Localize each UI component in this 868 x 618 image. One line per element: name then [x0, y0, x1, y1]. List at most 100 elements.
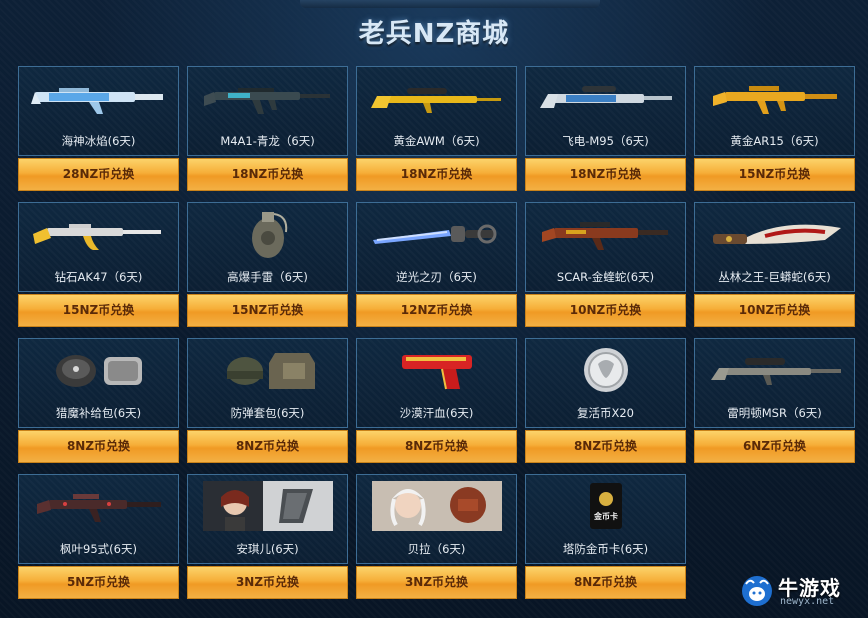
rifle-dragon-icon [198, 78, 338, 118]
item-name: 海神冰焰(6天) [61, 134, 136, 148]
redeem-button[interactable]: 8NZ币兑换 [525, 566, 686, 599]
item-card[interactable]: 安琪儿(6天) [187, 474, 348, 564]
item-name: 猎魔补给包(6天) [55, 406, 142, 420]
item-card[interactable]: 复活币X20 [525, 338, 686, 428]
item-card[interactable]: 丛林之王-巨蟒蛇(6天) [694, 202, 855, 292]
sniper-gold-icon [367, 78, 507, 118]
redeem-button[interactable]: 18NZ币兑换 [525, 158, 686, 191]
item-card[interactable]: 黄金AR15（6天) [694, 66, 855, 156]
item-cell: 飞电-M95（6天) 18NZ币兑换 [525, 66, 686, 192]
item-cell: 雷明顿MSR（6天) 6NZ币兑换 [694, 338, 855, 464]
item-name: 钻石AK47（6天) [54, 270, 143, 284]
supply-pack-icon [44, 345, 154, 395]
item-cell: 猎魔补给包(6天) 8NZ币兑换 [18, 338, 179, 464]
item-image [526, 203, 685, 265]
item-cell: M4A1-青龙（6天) 18NZ币兑换 [187, 66, 348, 192]
item-image [357, 67, 516, 129]
redeem-button[interactable]: 3NZ币兑换 [356, 566, 517, 599]
item-cell: 安琪儿(6天) 3NZ币兑换 [187, 474, 348, 600]
blade-icon [367, 214, 507, 254]
redeem-button[interactable]: 6NZ币兑换 [694, 430, 855, 463]
rifle-ice-icon [29, 78, 169, 118]
item-image [357, 203, 516, 265]
item-card[interactable]: 沙漠汗血(6天) [356, 338, 517, 428]
redeem-button[interactable]: 12NZ币兑换 [356, 294, 517, 327]
item-card[interactable]: 金币卡 塔防金币卡(6天) [525, 474, 686, 564]
page-title: 老兵NZ商城 [358, 19, 510, 49]
item-name: 枫叶95式(6天) [60, 542, 137, 556]
ak47-gold-icon [29, 214, 169, 254]
redeem-button[interactable]: 5NZ币兑换 [18, 566, 179, 599]
item-cell: 枫叶95式(6天) 5NZ币兑换 [18, 474, 179, 600]
item-cell: 金币卡 塔防金币卡(6天) 8NZ币兑换 [525, 474, 686, 600]
redeem-button[interactable]: 28NZ币兑换 [18, 158, 179, 191]
redeem-button[interactable]: 18NZ币兑换 [187, 158, 348, 191]
redeem-button[interactable]: 8NZ币兑换 [525, 430, 686, 463]
redeem-button[interactable]: 10NZ币兑换 [525, 294, 686, 327]
watermark-url: newyx.net [780, 596, 835, 607]
item-card[interactable]: 贝拉（6天) [356, 474, 517, 564]
item-image [188, 203, 347, 265]
item-card[interactable]: SCAR-金蝰蛇(6天) [525, 202, 686, 292]
item-cell: 海神冰焰(6天) 28NZ币兑换 [18, 66, 179, 192]
top-strip [300, 0, 600, 8]
redeem-button[interactable]: 3NZ币兑换 [187, 566, 348, 599]
item-card[interactable]: 枫叶95式(6天) [18, 474, 179, 564]
item-card[interactable]: 飞电-M95（6天) [525, 66, 686, 156]
item-card[interactable]: 防弹套包(6天) [187, 338, 348, 428]
bella-character-icon [371, 481, 502, 531]
item-image [357, 475, 516, 537]
item-image [526, 339, 685, 401]
redeem-button[interactable]: 15NZ币兑换 [18, 294, 179, 327]
item-cell: SCAR-金蝰蛇(6天) 10NZ币兑换 [525, 202, 686, 328]
redeem-button[interactable]: 15NZ币兑换 [694, 158, 855, 191]
redeem-button[interactable]: 10NZ币兑换 [694, 294, 855, 327]
item-cell: 复活币X20 8NZ币兑换 [525, 338, 686, 464]
redeem-button[interactable]: 18NZ币兑换 [356, 158, 517, 191]
type95-rifle-icon [29, 486, 169, 526]
item-name: 沙漠汗血(6天) [399, 406, 474, 420]
item-image [19, 203, 178, 265]
item-name: 贝拉（6天) [407, 542, 466, 556]
item-cell: 逆光之刃（6天) 12NZ币兑换 [356, 202, 517, 328]
redeem-button[interactable]: 8NZ币兑换 [356, 430, 517, 463]
item-image [526, 67, 685, 129]
grenade-icon [238, 206, 298, 262]
gold-coin-card-icon: 金币卡 [586, 481, 626, 531]
item-name: 安琪儿(6天) [236, 542, 299, 556]
item-cell: 黄金AR15（6天) 15NZ币兑换 [694, 66, 855, 192]
item-name: 飞电-M95（6天) [562, 134, 649, 148]
item-cell: 贝拉（6天) 3NZ币兑换 [356, 474, 517, 600]
redeem-button[interactable]: 15NZ币兑换 [187, 294, 348, 327]
item-cell: 沙漠汗血(6天) 8NZ币兑换 [356, 338, 517, 464]
item-name: 黄金AR15（6天) [730, 134, 819, 148]
item-card[interactable]: 逆光之刃（6天) [356, 202, 517, 292]
item-cell: 钻石AK47（6天) 15NZ币兑换 [18, 202, 179, 328]
item-card[interactable]: 雷明顿MSR（6天) [694, 338, 855, 428]
angel-character-icon [202, 481, 333, 531]
revive-coin-icon [576, 342, 636, 398]
redeem-button[interactable]: 8NZ币兑换 [18, 430, 179, 463]
item-card[interactable]: 黄金AWM（6天) [356, 66, 517, 156]
item-name: 逆光之刃（6天) [396, 270, 477, 284]
item-image [19, 339, 178, 401]
item-card[interactable]: 钻石AK47（6天) [18, 202, 179, 292]
redeem-button[interactable]: 8NZ币兑换 [187, 430, 348, 463]
item-image [695, 203, 854, 265]
item-card[interactable]: 猎魔补给包(6天) [18, 338, 179, 428]
rifle-gold-icon [705, 78, 845, 118]
item-name: 丛林之王-巨蟒蛇(6天) [718, 270, 831, 284]
item-name: 塔防金币卡(6天) [562, 542, 649, 556]
scar-icon [536, 214, 676, 254]
item-cell: 高爆手雷（6天) 15NZ币兑换 [187, 202, 348, 328]
item-card[interactable]: M4A1-青龙（6天) [187, 66, 348, 156]
sniper-blue-icon [536, 78, 676, 118]
desert-eagle-icon [392, 345, 482, 395]
item-image [188, 339, 347, 401]
item-card[interactable]: 高爆手雷（6天) [187, 202, 348, 292]
coin-card-label: 金币卡 [593, 511, 618, 521]
msr-sniper-icon [705, 350, 845, 390]
item-name: SCAR-金蝰蛇(6天) [556, 270, 655, 284]
item-card[interactable]: 海神冰焰(6天) [18, 66, 179, 156]
item-name: 高爆手雷（6天) [227, 270, 308, 284]
